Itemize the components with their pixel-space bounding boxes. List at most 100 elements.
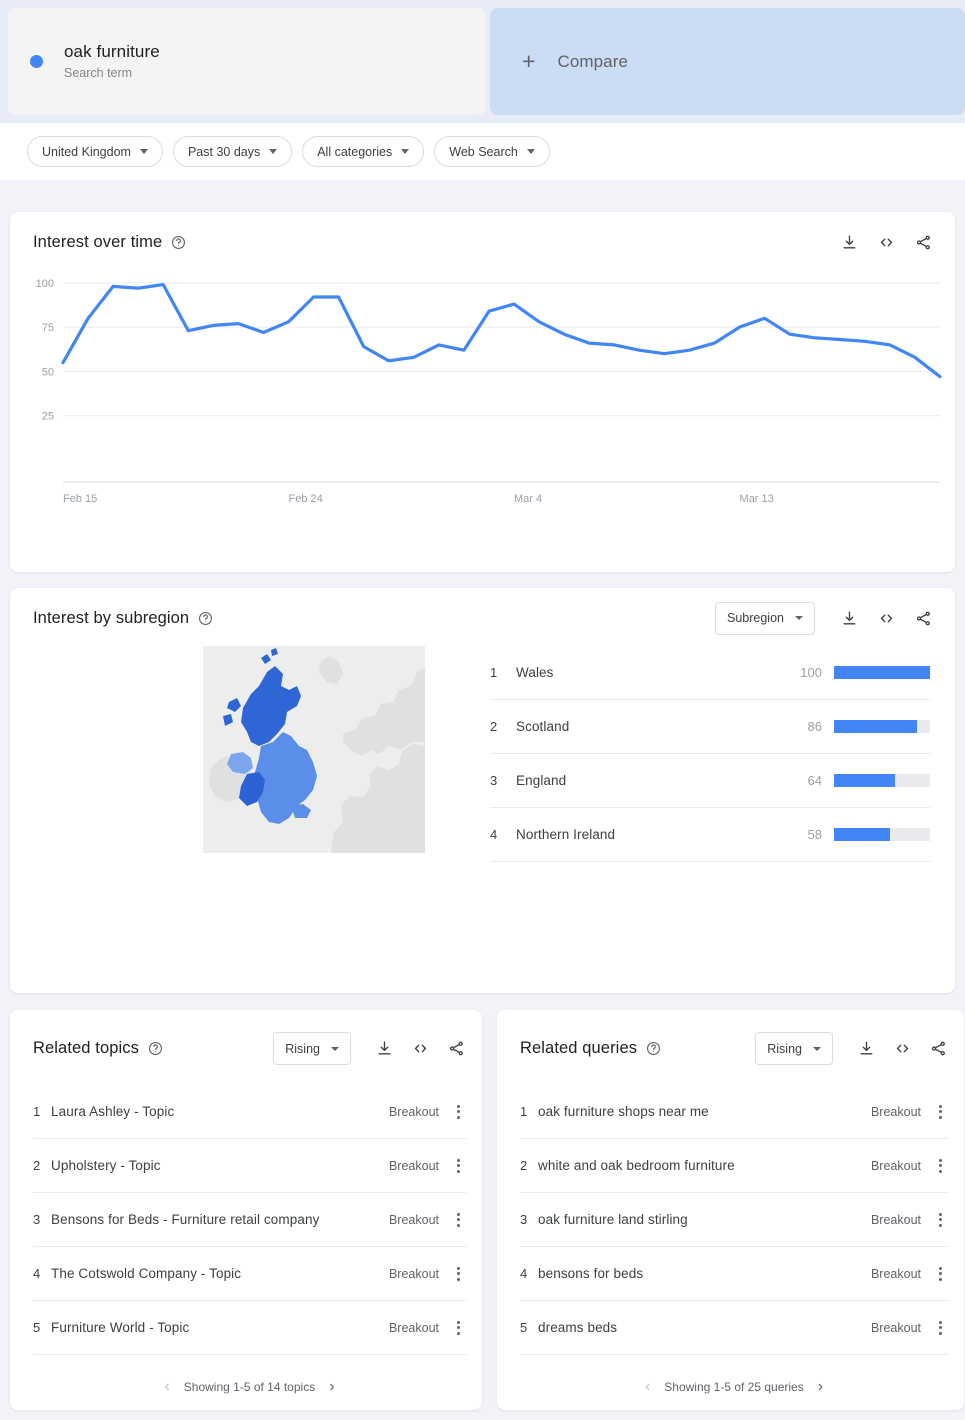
svg-text:Feb 24: Feb 24 xyxy=(289,493,323,505)
subregion-breakdown-select[interactable]: Subregion xyxy=(715,601,815,635)
related-queries-card: Related queries Rising 1 oak furniture s… xyxy=(497,1010,964,1410)
list-item[interactable]: 4 bensons for beds Breakout xyxy=(520,1247,948,1301)
search-term-type: Search term xyxy=(64,66,133,81)
table-row[interactable]: 3 England 64 xyxy=(490,754,930,808)
more-options-icon[interactable] xyxy=(932,1157,948,1175)
subregion-list: 1 Wales 100 2 Scotland 86 3 England 64 4… xyxy=(490,646,930,862)
region-name: Northern Ireland xyxy=(516,827,616,842)
filter-search-type[interactable]: Web Search xyxy=(434,136,550,167)
svg-text:50: 50 xyxy=(42,366,54,378)
item-rank: 2 xyxy=(33,1158,41,1173)
map-svg xyxy=(203,646,425,853)
embed-code-icon[interactable] xyxy=(892,1039,912,1059)
next-page-icon[interactable]: › xyxy=(329,1379,334,1395)
status-badge: Breakout xyxy=(388,1104,439,1119)
status-badge: Breakout xyxy=(870,1212,921,1227)
filter-time-range[interactable]: Past 30 days xyxy=(172,136,293,167)
filter-location[interactable]: United Kingdom xyxy=(27,136,163,167)
item-label[interactable]: Furniture World - Topic xyxy=(51,1320,389,1335)
more-options-icon[interactable] xyxy=(450,1211,466,1229)
item-rank: 3 xyxy=(33,1212,41,1227)
interest-over-time-actions xyxy=(839,232,933,252)
chevron-down-icon xyxy=(269,149,278,154)
item-rank: 4 xyxy=(33,1266,41,1281)
list-item[interactable]: 3 oak furniture land stirling Breakout xyxy=(520,1193,948,1247)
more-options-icon[interactable] xyxy=(932,1211,948,1229)
search-term-label: oak furniture xyxy=(64,42,160,62)
embed-code-icon[interactable] xyxy=(876,232,896,252)
list-item[interactable]: 3 Bensons for Beds - Furniture retail co… xyxy=(33,1193,466,1247)
share-icon[interactable] xyxy=(913,608,933,628)
filter-category[interactable]: All categories xyxy=(302,136,425,167)
region-value: 64 xyxy=(807,773,822,788)
share-icon[interactable] xyxy=(446,1039,466,1059)
search-term-text: oak furniture Search term xyxy=(64,41,160,82)
item-label[interactable]: dreams beds xyxy=(538,1320,871,1335)
list-item[interactable]: 2 Upholstery - Topic Breakout xyxy=(33,1139,466,1193)
chevron-down-icon xyxy=(331,1046,339,1051)
related-queries-title: Related queries xyxy=(520,1039,638,1057)
download-icon[interactable] xyxy=(839,232,859,252)
more-options-icon[interactable] xyxy=(450,1319,466,1337)
related-queries-sort-select[interactable]: Rising xyxy=(755,1032,833,1065)
list-item[interactable]: 1 oak furniture shops near me Breakout xyxy=(520,1085,948,1139)
region-value: 100 xyxy=(800,665,822,680)
item-rank: 1 xyxy=(520,1104,528,1119)
more-options-icon[interactable] xyxy=(932,1265,948,1283)
embed-code-icon[interactable] xyxy=(876,608,896,628)
more-options-icon[interactable] xyxy=(450,1265,466,1283)
next-page-icon[interactable]: › xyxy=(818,1379,823,1395)
region-rank: 4 xyxy=(490,827,498,842)
related-topics-sort-select[interactable]: Rising xyxy=(273,1032,351,1065)
chevron-down-icon xyxy=(813,1046,821,1051)
list-item[interactable]: 1 Laura Ashley - Topic Breakout xyxy=(33,1085,466,1139)
svg-text:Feb 15: Feb 15 xyxy=(63,493,97,505)
table-row[interactable]: 4 Northern Ireland 58 xyxy=(490,808,930,862)
table-row[interactable]: 2 Scotland 86 xyxy=(490,700,930,754)
item-label[interactable]: The Cotswold Company - Topic xyxy=(51,1266,389,1281)
previous-page-icon[interactable]: ‹ xyxy=(645,1379,650,1395)
help-circle-icon[interactable] xyxy=(148,1041,163,1056)
item-label[interactable]: oak furniture shops near me xyxy=(538,1104,871,1119)
related-topics-card: Related topics Rising 1 Laura Ashley - T… xyxy=(10,1010,482,1410)
item-label[interactable]: oak furniture land stirling xyxy=(538,1212,871,1227)
list-item[interactable]: 4 The Cotswold Company - Topic Breakout xyxy=(33,1247,466,1301)
more-options-icon[interactable] xyxy=(932,1103,948,1121)
item-label[interactable]: Bensons for Beds - Furniture retail comp… xyxy=(51,1212,389,1227)
list-item[interactable]: 5 Furniture World - Topic Breakout xyxy=(33,1301,466,1355)
list-item[interactable]: 5 dreams beds Breakout xyxy=(520,1301,948,1355)
help-circle-icon[interactable] xyxy=(171,235,186,250)
list-item[interactable]: 2 white and oak bedroom furniture Breako… xyxy=(520,1139,948,1193)
help-circle-icon[interactable] xyxy=(646,1041,661,1056)
embed-code-icon[interactable] xyxy=(410,1039,430,1059)
item-label[interactable]: Laura Ashley - Topic xyxy=(51,1104,389,1119)
item-label[interactable]: bensons for beds xyxy=(538,1266,871,1281)
subregion-breakdown-label: Subregion xyxy=(727,611,784,625)
compare-button[interactable]: + Compare xyxy=(490,8,965,115)
region-bar xyxy=(834,774,930,787)
more-options-icon[interactable] xyxy=(450,1157,466,1175)
share-icon[interactable] xyxy=(928,1039,948,1059)
previous-page-icon[interactable]: ‹ xyxy=(164,1379,169,1395)
table-row[interactable]: 1 Wales 100 xyxy=(490,646,930,700)
more-options-icon[interactable] xyxy=(932,1319,948,1337)
svg-text:Mar 4: Mar 4 xyxy=(514,493,542,505)
download-icon[interactable] xyxy=(374,1039,394,1059)
download-icon[interactable] xyxy=(839,608,859,628)
related-topics-list: 1 Laura Ashley - Topic Breakout 2 Uphols… xyxy=(10,1085,482,1395)
item-label[interactable]: Upholstery - Topic xyxy=(51,1158,389,1173)
share-icon[interactable] xyxy=(913,232,933,252)
help-circle-icon[interactable] xyxy=(198,611,213,626)
region-rank: 3 xyxy=(490,773,498,788)
download-icon[interactable] xyxy=(856,1039,876,1059)
search-term-bar: oak furniture Search term + Compare xyxy=(0,0,965,123)
search-term-card[interactable]: oak furniture Search term xyxy=(8,8,486,115)
item-rank: 4 xyxy=(520,1266,528,1281)
filter-location-label: United Kingdom xyxy=(42,144,131,159)
item-label[interactable]: white and oak bedroom furniture xyxy=(538,1158,871,1173)
interest-over-time-chart[interactable]: 100 75 50 25 Feb 15 Feb 24 Mar 4 Mar 13 xyxy=(10,252,955,542)
uk-choropleth-map[interactable] xyxy=(203,646,425,853)
pager-status: Showing 1-5 of 14 topics xyxy=(183,1380,316,1394)
filter-bar: United Kingdom Past 30 days All categori… xyxy=(0,123,965,180)
more-options-icon[interactable] xyxy=(450,1103,466,1121)
